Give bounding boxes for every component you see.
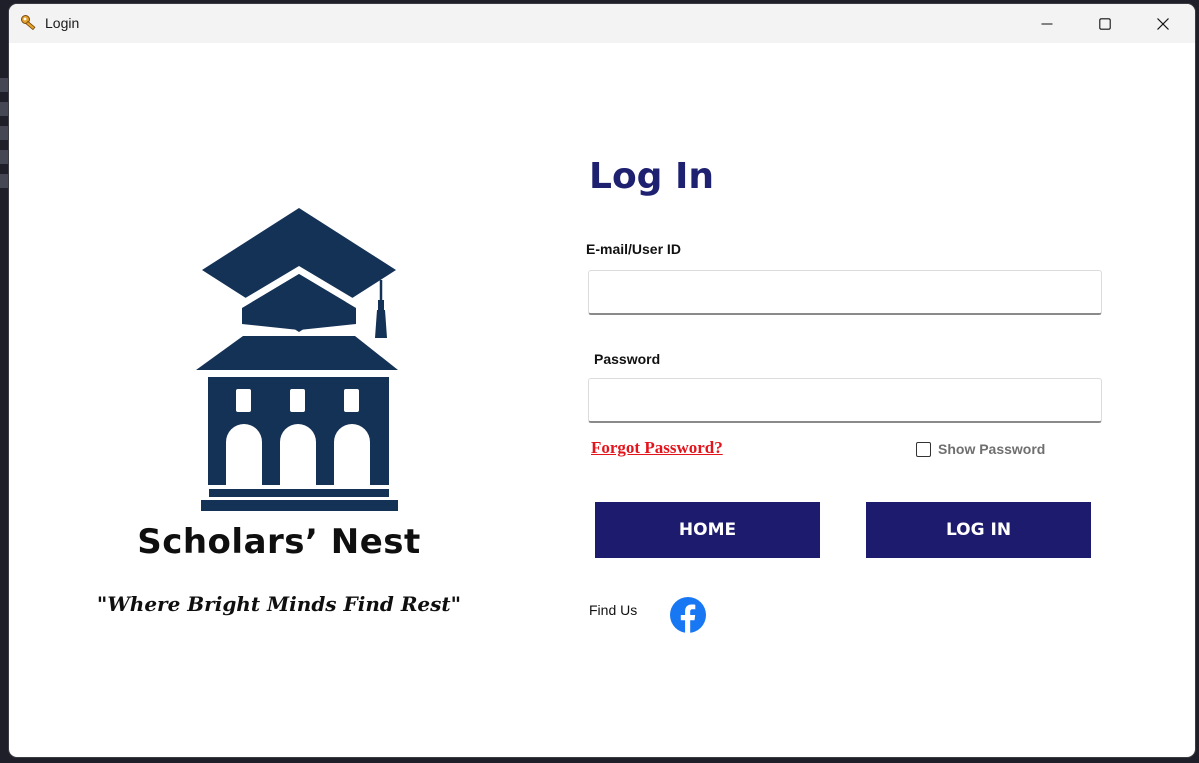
- minimize-icon: [1041, 22, 1053, 25]
- show-password-label: Show Password: [938, 441, 1046, 457]
- login-heading: Log In: [589, 156, 714, 197]
- email-field[interactable]: [588, 270, 1102, 315]
- password-field[interactable]: [588, 378, 1102, 423]
- home-button[interactable]: HOME: [595, 502, 820, 558]
- maximize-button[interactable]: [1076, 4, 1134, 43]
- school-building-logo: [196, 208, 398, 511]
- brand-name: Scholars’ Nest: [137, 522, 421, 562]
- login-window: Login Scholars’ Nest "Where Bright Minds…: [9, 4, 1195, 757]
- show-password-checkbox[interactable]: [916, 441, 931, 457]
- forgot-password-link[interactable]: Forgot Password?: [591, 438, 723, 458]
- title-bar[interactable]: Login: [9, 4, 1195, 43]
- find-us-label: Find Us: [589, 602, 638, 618]
- email-label: E-mail/User ID: [586, 241, 681, 257]
- password-label: Password: [594, 351, 661, 367]
- window-title: Login: [45, 15, 80, 31]
- brand-tagline: "Where Bright Minds Find Rest": [96, 592, 462, 616]
- close-icon: [1157, 17, 1169, 30]
- login-button[interactable]: LOG IN: [866, 502, 1091, 558]
- maximize-icon: [1099, 17, 1111, 30]
- key-icon: [21, 15, 36, 31]
- show-password-toggle[interactable]: Show Password: [916, 441, 1045, 457]
- close-button[interactable]: [1134, 4, 1192, 43]
- facebook-icon[interactable]: [670, 597, 706, 633]
- minimize-button[interactable]: [1018, 4, 1076, 43]
